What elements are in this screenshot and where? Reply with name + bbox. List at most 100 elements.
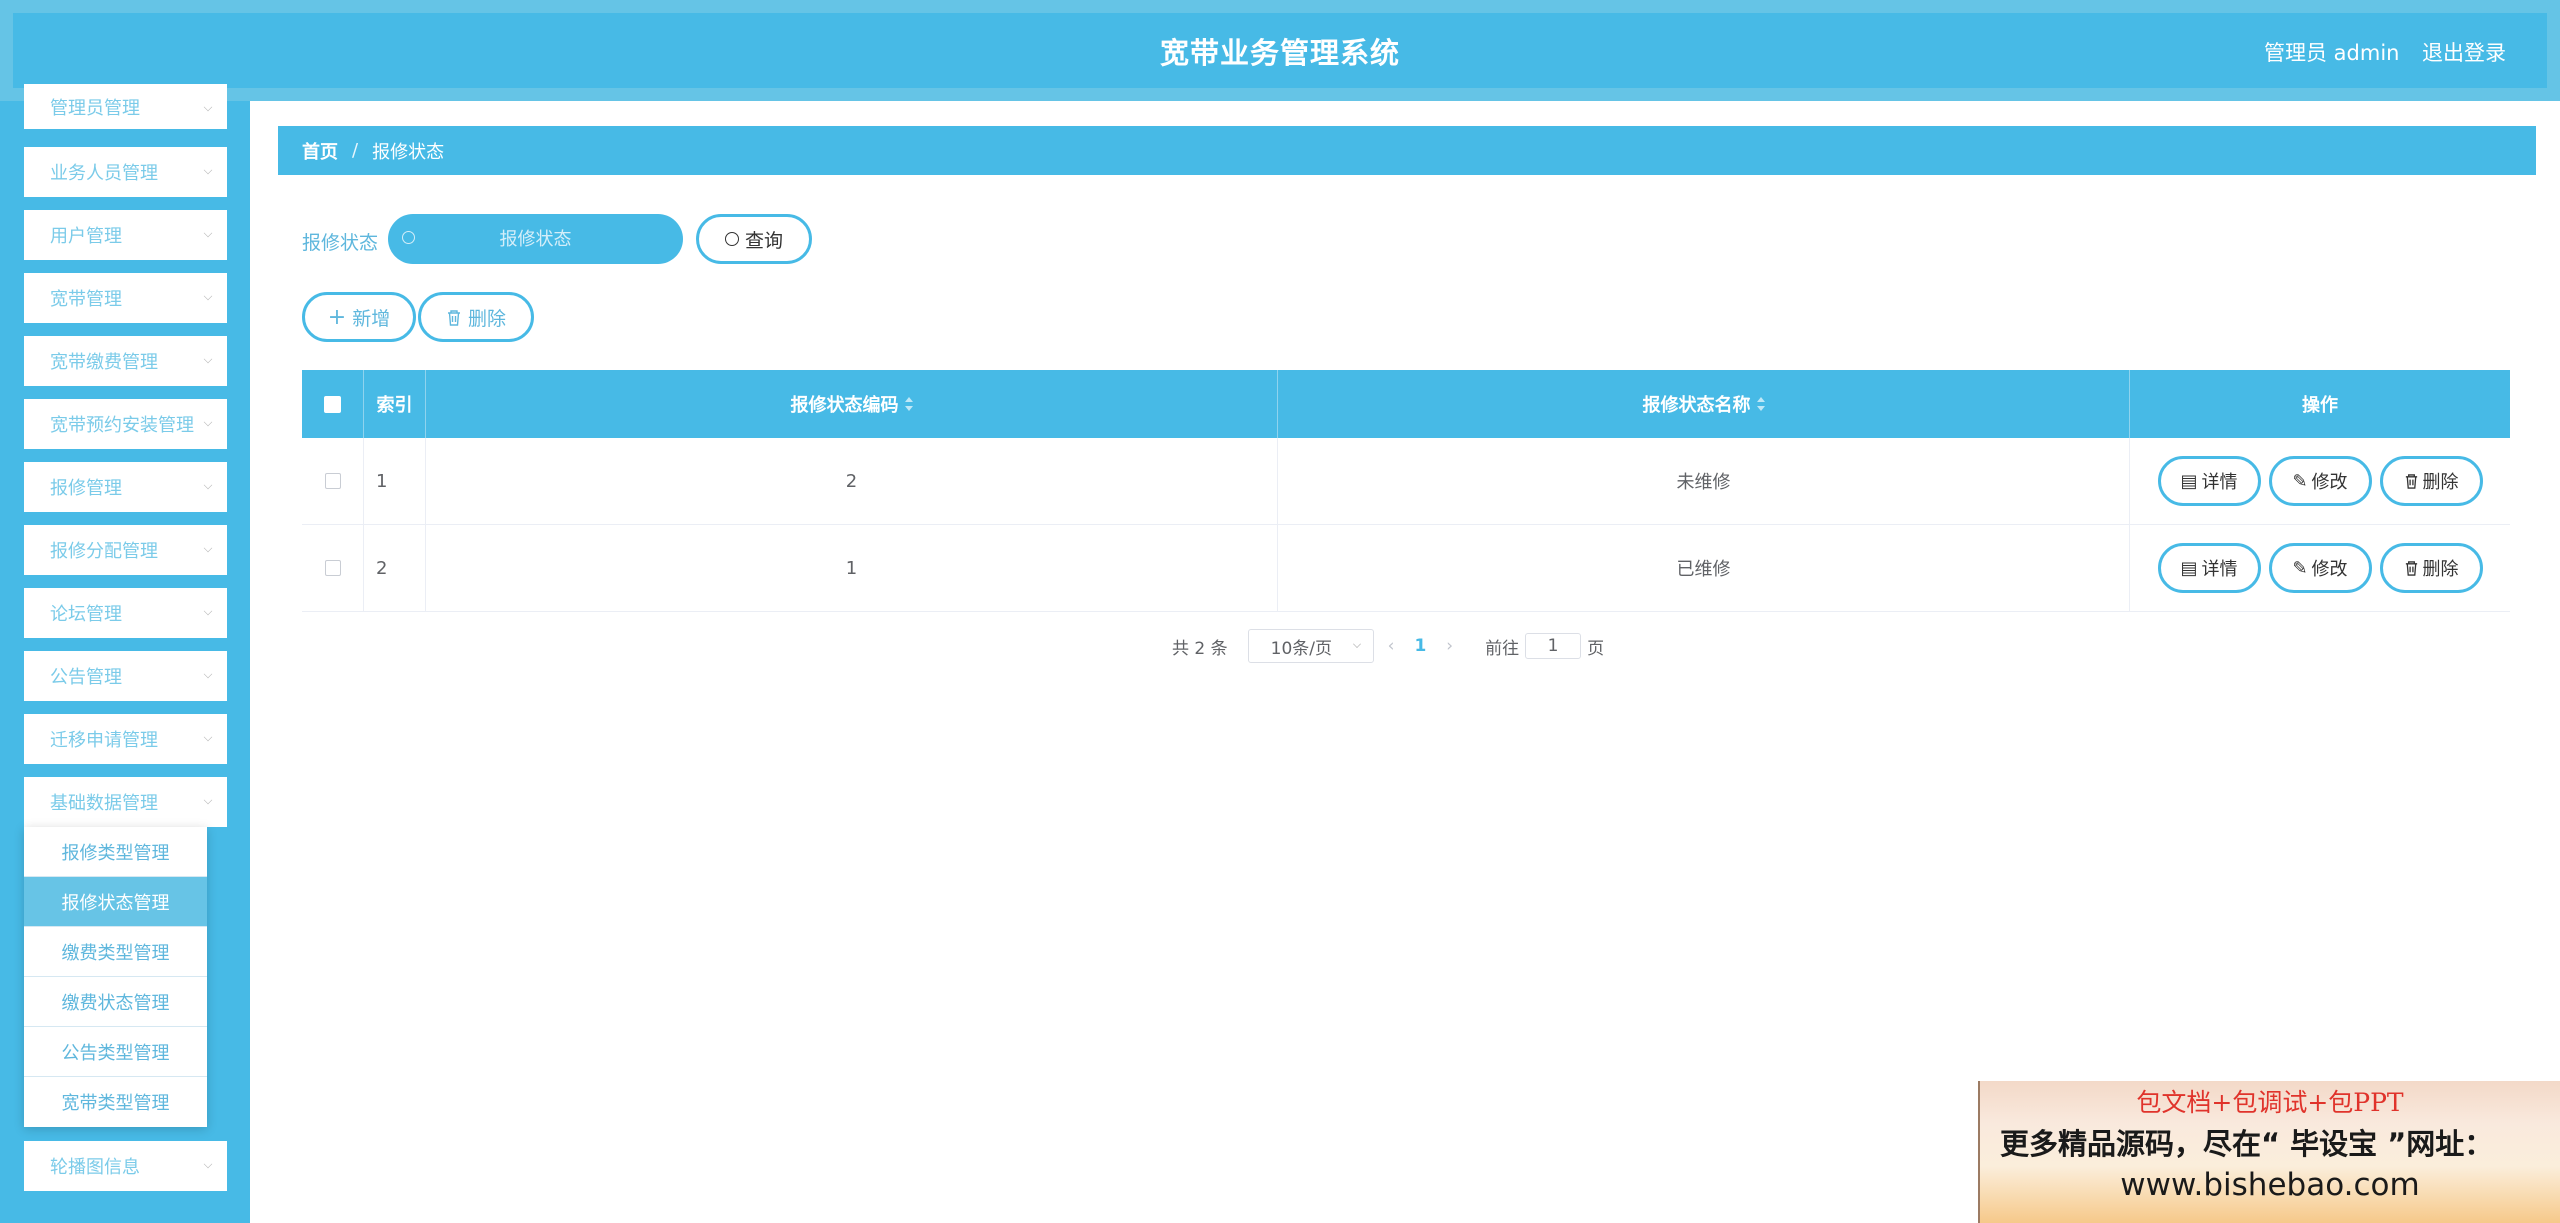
chevron-down-icon bbox=[203, 606, 213, 616]
sidebar-item-carousel[interactable]: 轮播图信息 bbox=[24, 1141, 227, 1191]
sidebar-item-label: 宽带管理 bbox=[50, 289, 122, 310]
trash-icon bbox=[2405, 474, 2417, 489]
delete-button-label: 删除 bbox=[2422, 472, 2459, 493]
detail-button-label: 详情 bbox=[2201, 472, 2238, 493]
submenu-item-notice-type[interactable]: 公告类型管理 bbox=[24, 1027, 207, 1077]
chevron-down-icon bbox=[203, 228, 213, 238]
search-field bbox=[388, 214, 683, 264]
current-user: 管理员 admin bbox=[2264, 41, 2400, 65]
sidebar-item-staff[interactable]: 业务人员管理 bbox=[24, 147, 227, 197]
breadcrumb-home[interactable]: 首页 bbox=[302, 138, 338, 164]
table-header: 索引 报修状态编码 报修状态名称 操作 bbox=[302, 370, 2510, 438]
sort-icon[interactable] bbox=[904, 397, 913, 411]
edit-icon: ✎ bbox=[2292, 557, 2308, 579]
row-select-cell bbox=[302, 525, 364, 611]
base-data-submenu: 报修类型管理 报修状态管理 缴费类型管理 缴费状态管理 公告类型管理 宽带类型管… bbox=[24, 827, 207, 1127]
row-actions: ▤ 详情 ✎ 修改 删除 bbox=[2130, 525, 2510, 611]
search-label: 报修状态 bbox=[302, 232, 379, 254]
row-checkbox[interactable] bbox=[324, 473, 341, 489]
document-icon: ▤ bbox=[2180, 470, 2198, 492]
page-number[interactable]: 1 bbox=[1414, 636, 1426, 656]
row-index: 2 bbox=[364, 525, 426, 611]
row-code: 1 bbox=[426, 525, 1278, 611]
column-header-name-label: 报修状态名称 bbox=[1642, 395, 1751, 416]
top-header: 宽带业务管理系统 管理员 admin 退出登录 bbox=[0, 0, 2560, 101]
chevron-down-icon bbox=[203, 102, 213, 112]
page-size-value: 10条/页 bbox=[1270, 638, 1332, 659]
chevron-down-icon bbox=[203, 165, 213, 175]
chevron-down-icon bbox=[203, 354, 213, 364]
sidebar-item-users[interactable]: 用户管理 bbox=[24, 210, 227, 260]
breadcrumb-current: 报修状态 bbox=[372, 141, 445, 163]
breadcrumb: 首页 / 报修状态 bbox=[278, 126, 2536, 175]
submenu-item-repair-type[interactable]: 报修类型管理 bbox=[24, 827, 207, 877]
sidebar-item-installation[interactable]: 宽带预约安装管理 bbox=[24, 399, 227, 449]
detail-button[interactable]: ▤ 详情 bbox=[2157, 456, 2261, 506]
watermark-line2: 更多精品源码，尽在“ 毕设宝 ”网址： bbox=[2000, 1127, 2494, 1161]
row-checkbox[interactable] bbox=[324, 560, 341, 576]
sidebar-item-label: 用户管理 bbox=[50, 226, 122, 247]
plus-icon: + bbox=[327, 304, 347, 330]
sidebar-item-base-data[interactable]: 基础数据管理 bbox=[24, 777, 227, 827]
delete-button[interactable]: 删除 bbox=[2379, 456, 2483, 506]
sidebar-item-payment[interactable]: 宽带缴费管理 bbox=[24, 336, 227, 386]
sidebar-item-migration[interactable]: 迁移申请管理 bbox=[24, 714, 227, 764]
row-select-cell bbox=[302, 438, 364, 524]
trash-icon bbox=[447, 309, 460, 326]
prev-page-icon[interactable]: ‹ bbox=[1388, 636, 1395, 656]
pagination: 共 2 条 10条/页 ‹ 1 › 前往 页 bbox=[1172, 628, 1604, 664]
goto-page-input[interactable] bbox=[1525, 633, 1582, 659]
logout-link[interactable]: 退出登录 bbox=[2422, 37, 2506, 67]
sidebar-item-label: 基础数据管理 bbox=[50, 793, 158, 814]
chevron-down-icon bbox=[203, 795, 213, 805]
sidebar-item-label: 管理员管理 bbox=[50, 97, 140, 119]
edit-button-label: 修改 bbox=[2311, 472, 2348, 493]
page-unit-label: 页 bbox=[1587, 638, 1605, 659]
add-button[interactable]: + 新增 bbox=[302, 292, 416, 342]
search-input[interactable] bbox=[388, 214, 683, 264]
row-actions: ▤ 详情 ✎ 修改 删除 bbox=[2130, 438, 2510, 524]
sidebar-item-label: 宽带缴费管理 bbox=[50, 352, 158, 373]
column-header-name[interactable]: 报修状态名称 bbox=[1278, 370, 2130, 438]
delete-button[interactable]: 删除 bbox=[2379, 543, 2483, 593]
table-row: 1 2 未维修 ▤ 详情 ✎ 修改 删除 bbox=[302, 438, 2510, 525]
watermark-banner: 包文档+包调试+包PPT 更多精品源码，尽在“ 毕设宝 ”网址： www.bis… bbox=[1978, 1081, 2560, 1223]
submenu-item-payment-status[interactable]: 缴费状态管理 bbox=[24, 977, 207, 1027]
sidebar-item-label: 迁移申请管理 bbox=[50, 730, 158, 751]
detail-button[interactable]: ▤ 详情 bbox=[2157, 543, 2261, 593]
sidebar-item-admin[interactable]: 管理员管理 bbox=[24, 84, 227, 129]
add-button-label: 新增 bbox=[352, 307, 391, 330]
column-header-code[interactable]: 报修状态编码 bbox=[426, 370, 1278, 438]
chevron-down-icon bbox=[203, 543, 213, 553]
column-header-actions: 操作 bbox=[2302, 395, 2338, 416]
query-button[interactable]: 查询 bbox=[696, 214, 812, 264]
chevron-down-icon bbox=[203, 480, 213, 490]
batch-delete-button[interactable]: 删除 bbox=[418, 292, 534, 342]
next-page-icon[interactable]: › bbox=[1446, 636, 1453, 656]
page-size-select[interactable]: 10条/页 bbox=[1247, 629, 1374, 663]
submenu-item-repair-status[interactable]: 报修状态管理 bbox=[24, 877, 207, 927]
edit-icon: ✎ bbox=[2292, 470, 2308, 492]
row-code: 2 bbox=[426, 438, 1278, 524]
chevron-down-icon bbox=[203, 669, 213, 679]
row-name: 未维修 bbox=[1278, 438, 2130, 524]
query-button-label: 查询 bbox=[744, 229, 783, 252]
delete-button-label: 删除 bbox=[467, 307, 506, 330]
submenu-item-payment-type[interactable]: 缴费类型管理 bbox=[24, 927, 207, 977]
edit-button[interactable]: ✎ 修改 bbox=[2268, 543, 2372, 593]
select-all-checkbox[interactable] bbox=[324, 395, 341, 413]
sidebar-item-notice[interactable]: 公告管理 bbox=[24, 651, 227, 701]
edit-button[interactable]: ✎ 修改 bbox=[2268, 456, 2372, 506]
row-index: 1 bbox=[364, 438, 426, 524]
sidebar-item-repair-assign[interactable]: 报修分配管理 bbox=[24, 525, 227, 575]
sidebar-item-broadband[interactable]: 宽带管理 bbox=[24, 273, 227, 323]
sort-icon[interactable] bbox=[1756, 397, 1765, 411]
sidebar-item-forum[interactable]: 论坛管理 bbox=[24, 588, 227, 638]
submenu-item-broadband-type[interactable]: 宽带类型管理 bbox=[24, 1077, 207, 1127]
sidebar-item-label: 论坛管理 bbox=[50, 604, 122, 625]
sidebar-item-repair[interactable]: 报修管理 bbox=[24, 462, 227, 512]
sidebar-item-label: 轮播图信息 bbox=[50, 1157, 140, 1178]
chevron-down-icon bbox=[203, 417, 213, 427]
document-icon: ▤ bbox=[2180, 557, 2198, 579]
breadcrumb-separator: / bbox=[352, 140, 359, 161]
